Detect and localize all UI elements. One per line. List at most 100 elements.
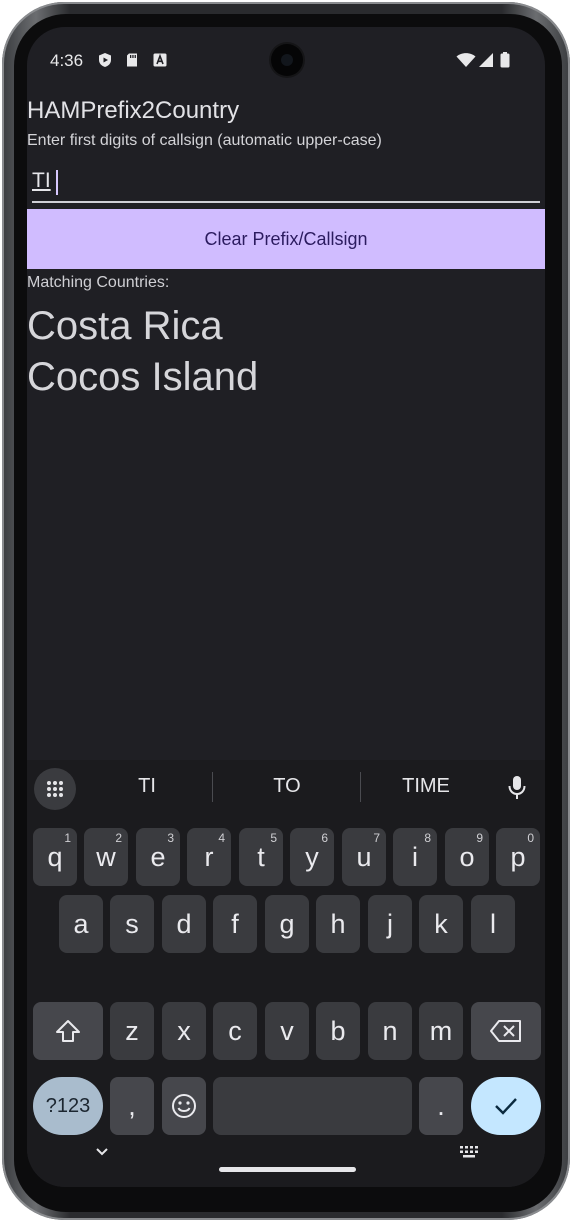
key-i[interactable]: i8 (393, 828, 437, 886)
key-c[interactable]: c (213, 1002, 257, 1060)
key-label: , (128, 1090, 136, 1121)
key-a[interactable]: a (59, 895, 103, 953)
key-z[interactable]: z (110, 1002, 154, 1060)
key-n[interactable]: n (368, 1002, 412, 1060)
key-label: d (176, 908, 192, 939)
key-q[interactable]: q1 (33, 828, 77, 886)
key-g[interactable]: g (265, 895, 309, 953)
chevron-down-icon[interactable] (93, 1145, 111, 1159)
shield-play-icon (99, 53, 111, 67)
key-b[interactable]: b (316, 1002, 360, 1060)
key-label: e (150, 841, 166, 872)
key-label: c (228, 1015, 242, 1046)
key-t[interactable]: t5 (239, 828, 283, 886)
key-label: h (330, 908, 346, 939)
key-hint: 4 (218, 831, 225, 845)
key-m[interactable]: m (419, 1002, 463, 1060)
battery-icon (500, 52, 510, 68)
key-h[interactable]: h (316, 895, 360, 953)
key-label: s (125, 908, 139, 939)
key-label: t (257, 841, 265, 872)
key-w[interactable]: w2 (84, 828, 128, 886)
key-label: m (429, 1015, 453, 1046)
front-camera (271, 44, 303, 76)
key-e[interactable]: e3 (136, 828, 180, 886)
sd-card-icon (127, 53, 137, 67)
key-hint: 6 (321, 831, 328, 845)
emoji-key[interactable] (162, 1077, 206, 1135)
clear-prefix-button[interactable]: Clear Prefix/Callsign (27, 209, 545, 269)
country-item: Costa Rica (27, 304, 223, 348)
app-title: HAMPrefix2Country (27, 97, 240, 124)
key-hint: 3 (167, 831, 174, 845)
done-key[interactable] (471, 1077, 541, 1135)
key-x[interactable]: x (162, 1002, 206, 1060)
on-screen-keyboard: TI TO TIME q1 w2 e3 r4 t5 y6 u7 i8 o9 p0… (27, 760, 545, 1187)
key-p[interactable]: p0 (496, 828, 540, 886)
key-label: y (305, 841, 319, 872)
key-f[interactable]: f (213, 895, 257, 953)
symbols-key[interactable]: ?123 (33, 1077, 103, 1135)
suggestion-divider (360, 772, 361, 802)
suggestion-item[interactable]: TO (237, 775, 337, 798)
key-k[interactable]: k (419, 895, 463, 953)
key-label: i (412, 841, 418, 872)
checkmark-icon (495, 1098, 517, 1115)
countries-list: Costa Rica Cocos Island (27, 301, 258, 403)
key-hint: 9 (476, 831, 483, 845)
signal-icon (479, 53, 493, 67)
period-key[interactable]: . (419, 1077, 463, 1135)
key-label: q (47, 841, 63, 872)
key-label: v (280, 1015, 294, 1046)
key-hint: 8 (424, 831, 431, 845)
key-label: b (330, 1015, 346, 1046)
key-o[interactable]: o9 (445, 828, 489, 886)
suggestion-divider (212, 772, 213, 802)
shift-key[interactable] (33, 1002, 103, 1060)
apps-grid-button[interactable] (34, 768, 76, 810)
emoji-icon (172, 1094, 196, 1118)
backspace-key[interactable] (471, 1002, 541, 1060)
key-label: a (73, 908, 89, 939)
suggestion-item[interactable]: TI (97, 775, 197, 798)
comma-key[interactable]: , (110, 1077, 154, 1135)
key-hint: 2 (115, 831, 122, 845)
status-bar: 4:36 (27, 27, 545, 95)
key-label: g (279, 908, 295, 939)
key-label: k (434, 908, 448, 939)
key-label: l (490, 908, 496, 939)
callsign-input[interactable]: TI (32, 167, 540, 203)
key-label: n (382, 1015, 398, 1046)
key-s[interactable]: s (110, 895, 154, 953)
space-key[interactable] (213, 1077, 412, 1135)
key-label: r (204, 841, 214, 872)
home-gesture-handle[interactable] (219, 1167, 356, 1172)
grid-icon (47, 781, 63, 797)
microphone-icon[interactable] (507, 775, 527, 801)
wifi-icon (456, 53, 476, 67)
font-icon (153, 53, 167, 67)
key-hint: 0 (527, 831, 534, 845)
key-u[interactable]: u7 (342, 828, 386, 886)
callsign-input-value[interactable]: TI (32, 169, 51, 193)
suggestion-item[interactable]: TIME (376, 775, 476, 798)
key-hint: 7 (373, 831, 380, 845)
key-label: x (177, 1015, 191, 1046)
backspace-icon (490, 1020, 521, 1042)
key-j[interactable]: j (368, 895, 412, 953)
key-label: p (510, 841, 526, 872)
screen: 4:36 HAMPrefix2Country Enter first digit (27, 27, 545, 1187)
key-y[interactable]: y6 (290, 828, 334, 886)
key-r[interactable]: r4 (187, 828, 231, 886)
key-label: z (125, 1015, 139, 1046)
key-d[interactable]: d (162, 895, 206, 953)
key-v[interactable]: v (265, 1002, 309, 1060)
status-time: 4:36 (50, 51, 84, 70)
key-hint: 5 (270, 831, 277, 845)
input-hint-label: Enter first digits of callsign (automati… (27, 132, 382, 149)
key-label: . (437, 1090, 445, 1121)
key-l[interactable]: l (471, 895, 515, 953)
key-hint: 1 (64, 831, 71, 845)
keyboard-switch-icon[interactable] (459, 1145, 481, 1159)
key-label: u (356, 841, 372, 872)
